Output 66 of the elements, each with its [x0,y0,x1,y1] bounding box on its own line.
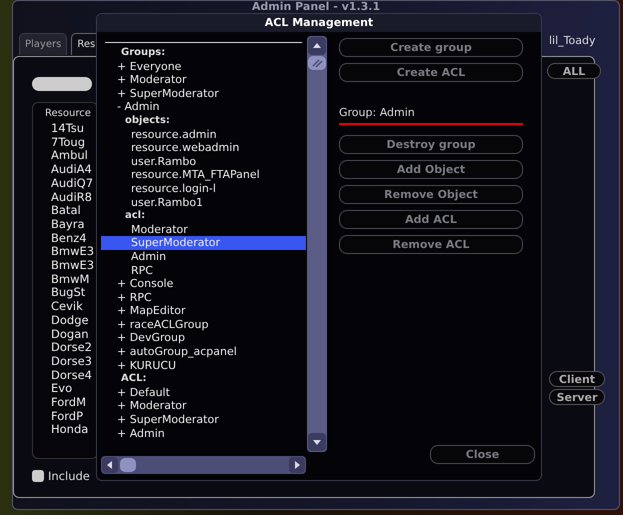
tree-item[interactable]: resource.webadmin [101,141,306,155]
tree-item[interactable]: + Default [101,386,306,400]
tree-heading: acl: [124,209,146,223]
window-title: ACL Management [97,14,541,32]
window-title: Admin Panel - v1.3.1 [250,1,382,13]
credit-text: lil_Toady [549,34,596,48]
resource-name[interactable]: Evo [33,382,97,396]
tree-item[interactable]: + Moderator [101,73,306,87]
tree-item[interactable]: + autoGroup_acpanel [101,345,306,359]
resource-name[interactable]: Dodge [33,314,97,328]
tree-item[interactable]: resource.login-l [101,182,306,196]
command-button[interactable]: Server [549,389,605,405]
tree-item[interactable]: + raceACLGroup [101,318,306,332]
resource-name[interactable]: 14Tsu [33,122,97,136]
checkbox[interactable] [32,470,44,482]
vertical-scrollbar[interactable] [307,36,327,452]
resource-name[interactable]: Dogan [33,328,97,342]
resource-name[interactable]: BmwM [33,272,97,286]
tree-item[interactable]: + Moderator [101,399,306,414]
resource-name[interactable]: Honda [33,423,97,438]
resource-name[interactable]: Ambul [33,149,97,164]
resource-name[interactable]: BmwE3 [33,259,97,273]
tree-item[interactable]: resource.MTA_FTAPanel [101,168,306,182]
tree-item[interactable]: Moderator [101,222,306,236]
tree-item[interactable]: + KURUCU [101,358,306,372]
tree-item[interactable]: Admin [101,250,306,264]
resource-name[interactable]: Batal [33,204,97,218]
tree-heading: ACL: [120,372,148,386]
resource-name[interactable]: AudiQ7 [33,176,97,191]
tree-item[interactable]: user.Rambo [101,154,306,168]
tree-heading: objects: [124,114,171,128]
checkbox-label: Include [48,469,90,483]
tree-item[interactable]: user.Rambo1 [101,196,306,210]
tree-item[interactable]: + Console [101,277,306,291]
group-label: Group: Admin [339,88,523,125]
tree-item[interactable]: + SuperModerator [101,413,306,427]
tree-heading: Groups: [120,46,166,60]
resource-name[interactable]: Dorse2 [33,341,97,355]
tree-item[interactable]: RPC [101,264,306,278]
tree-item[interactable]: resource.admin [101,128,306,142]
resource-name[interactable]: Benz4 [33,232,97,246]
tree-item[interactable]: + RPC [101,290,306,304]
resource-name[interactable]: AudiR8 [33,190,97,204]
tree-item[interactable]: + DevGroup [101,331,306,346]
resource-name[interactable]: AudiA4 [33,163,97,177]
resource-name[interactable]: Bayra [33,218,97,232]
tree-item[interactable]: + Everyone [101,60,306,74]
tree-item[interactable]: - Admin [101,100,306,114]
search-field[interactable] [32,77,92,91]
manage-button[interactable]: ALL [547,63,601,79]
resource-name[interactable]: FordP [33,410,97,424]
tree-item[interactable]: + Admin [101,426,306,440]
resource-name[interactable]: Dorse3 [33,354,97,369]
resource-name[interactable]: BugSt [33,286,97,300]
tab[interactable]: Players [19,33,68,55]
horizontal-scrollbar[interactable] [101,456,306,474]
resource-name[interactable]: Cevik [33,300,97,314]
column-header: Resource [44,107,92,121]
tree-item[interactable]: SuperModerator [101,236,306,250]
resource-name[interactable]: FordM [33,396,97,410]
tree-item[interactable]: + SuperModerator [101,86,306,100]
resource-name[interactable]: BmwE3 [33,245,97,260]
resource-name[interactable]: 7Toug [33,136,97,150]
command-button[interactable]: Client [549,371,605,387]
resource-name[interactable]: Dorse4 [33,368,97,382]
tree-item[interactable]: + MapEditor [101,304,306,318]
